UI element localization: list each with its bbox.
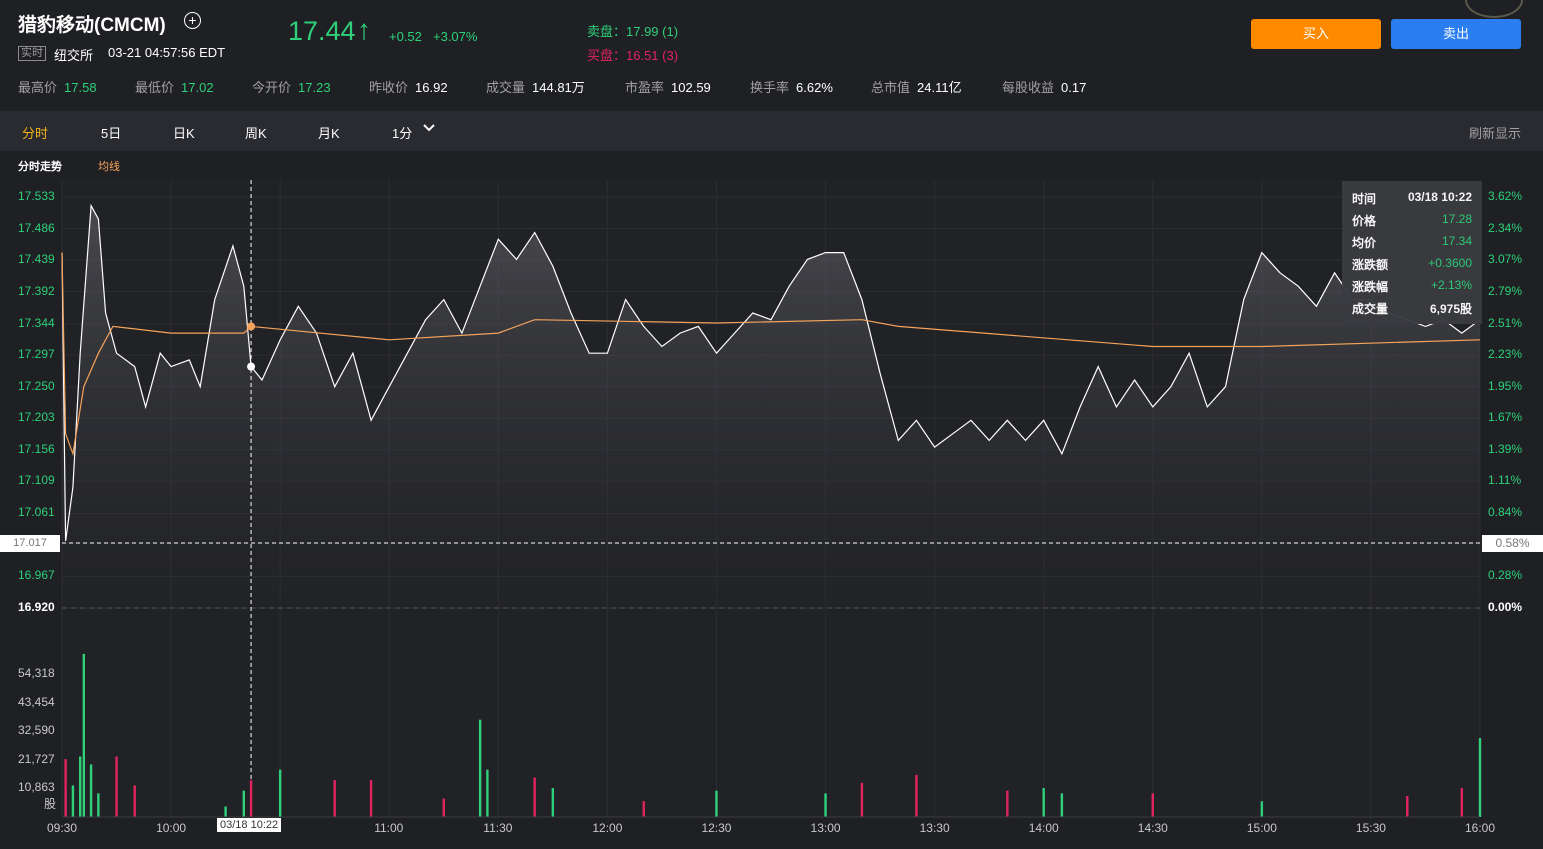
time-tick-label: 09:30 bbox=[47, 821, 78, 835]
tooltip-panel: 时间 03/18 10:22 价格 17.28 均价 17.34 涨跌额 +0.3600… bbox=[1342, 181, 1482, 324]
volume-bar bbox=[1006, 790, 1009, 817]
pct-tick-label: 3.62% bbox=[1488, 189, 1523, 203]
volume-bar bbox=[551, 788, 555, 817]
volume-bar bbox=[1478, 738, 1482, 817]
time-tick-label: 11:30 bbox=[483, 821, 513, 835]
volume-bar bbox=[533, 777, 536, 817]
time-tick-label: 14:00 bbox=[1028, 821, 1059, 835]
tooltip-row-avg: 均价 17.34 bbox=[1352, 234, 1472, 250]
crosshair-time-label: 03/18 10:22 bbox=[217, 818, 282, 832]
time-tick-label: 12:00 bbox=[592, 821, 623, 835]
tooltip-row-time: 时间 03/18 10:22 bbox=[1352, 190, 1472, 206]
volume-bar bbox=[1042, 788, 1045, 817]
volume-bar bbox=[82, 653, 86, 817]
crosshair-pct-label: 0.58% bbox=[1482, 535, 1543, 552]
time-tick-label: 16:00 bbox=[1465, 821, 1496, 835]
volume-bar bbox=[133, 785, 136, 817]
volume-bar bbox=[278, 769, 282, 817]
pct-tick-label: 2.79% bbox=[1488, 283, 1523, 298]
intraday-chart[interactable] bbox=[0, 0, 1543, 849]
crosshair-price-dot bbox=[247, 362, 256, 371]
crosshair-price-label: 17.017 bbox=[0, 535, 60, 552]
pct-tick-label: 1.67% bbox=[1488, 410, 1523, 425]
price-tick-label: 17.250 bbox=[18, 378, 55, 393]
volume-bar bbox=[249, 780, 253, 817]
volume-bar bbox=[642, 801, 645, 817]
price-tick-label: 17.344 bbox=[18, 315, 55, 330]
volume-bar bbox=[333, 780, 336, 817]
volume-tick-label: 32,590 bbox=[18, 723, 55, 738]
pct-tick-label: 2.51% bbox=[1488, 315, 1523, 330]
volume-tick-label: 54,318 bbox=[18, 666, 55, 681]
volume-bar bbox=[486, 769, 489, 817]
price-tick-label: 17.533 bbox=[18, 189, 55, 203]
volume-bar bbox=[442, 798, 445, 817]
time-tick-label: 13:00 bbox=[810, 821, 841, 835]
tooltip-row-change-pct: 涨跌幅 +2.13% bbox=[1352, 278, 1472, 294]
volume-bar bbox=[89, 764, 93, 817]
tooltip-row-volume: 成交量 6,975股 bbox=[1352, 302, 1472, 316]
volume-bar bbox=[478, 719, 482, 817]
volume-bar bbox=[224, 806, 227, 817]
volume-bar bbox=[1060, 793, 1064, 817]
pct-tick-label: 3.07% bbox=[1488, 252, 1523, 267]
pct-tick-label: 1.95% bbox=[1488, 378, 1523, 393]
volume-bar bbox=[915, 774, 918, 817]
time-tick-label: 10:00 bbox=[156, 821, 187, 835]
price-tick-label: 17.061 bbox=[18, 505, 55, 520]
time-tick-label: 15:00 bbox=[1246, 821, 1277, 835]
volume-bar bbox=[715, 790, 718, 817]
pct-tick-label: 0.00% bbox=[1488, 600, 1523, 614]
tooltip-row-change: 涨跌额 +0.3600 bbox=[1352, 256, 1472, 272]
price-tick-label: 16.967 bbox=[18, 568, 55, 583]
pct-tick-label: 2.34% bbox=[1488, 220, 1523, 235]
volume-bar bbox=[1260, 801, 1264, 817]
price-tick-label: 17.156 bbox=[18, 441, 55, 456]
price-tick-label: 17.439 bbox=[18, 252, 55, 267]
volume-bar bbox=[64, 759, 67, 817]
price-tick-label: 17.392 bbox=[18, 283, 55, 298]
volume-bar bbox=[78, 756, 82, 817]
price-tick-label: 17.486 bbox=[18, 220, 55, 235]
volume-tick-label: 43,454 bbox=[18, 694, 55, 709]
price-tick-label: 17.297 bbox=[18, 347, 55, 362]
volume-bar bbox=[71, 785, 75, 817]
volume-bar bbox=[824, 793, 827, 817]
crosshair-avg-dot bbox=[247, 322, 256, 331]
volume-tick-label: 21,727 bbox=[18, 751, 55, 766]
volume-bar bbox=[369, 780, 373, 817]
time-tick-label: 14:30 bbox=[1137, 821, 1168, 835]
volume-bar bbox=[97, 793, 100, 817]
volume-bar bbox=[860, 782, 864, 817]
tooltip-row-price: 价格 17.28 bbox=[1352, 212, 1472, 228]
volume-bar bbox=[1460, 788, 1464, 817]
volume-bar bbox=[1151, 793, 1154, 817]
volume-tick-label: 股 bbox=[44, 797, 57, 811]
price-tick-label: 16.920 bbox=[18, 600, 55, 614]
volume-bar bbox=[115, 756, 118, 817]
volume-bar bbox=[1406, 795, 1409, 817]
pct-tick-label: 1.39% bbox=[1488, 441, 1523, 456]
volume-tick-label: 10,863 bbox=[18, 780, 55, 795]
time-tick-label: 13:30 bbox=[919, 821, 950, 835]
price-tick-label: 17.109 bbox=[18, 473, 55, 488]
price-tick-label: 17.203 bbox=[18, 410, 55, 425]
pct-tick-label: 1.11% bbox=[1488, 473, 1522, 488]
time-tick-label: 11:00 bbox=[374, 821, 404, 835]
pct-tick-label: 0.84% bbox=[1488, 505, 1523, 520]
volume-bar bbox=[242, 790, 245, 817]
pct-tick-label: 2.23% bbox=[1488, 347, 1523, 362]
time-tick-label: 12:30 bbox=[701, 821, 732, 835]
pct-tick-label: 0.28% bbox=[1488, 568, 1523, 583]
time-tick-label: 15:30 bbox=[1355, 821, 1386, 835]
